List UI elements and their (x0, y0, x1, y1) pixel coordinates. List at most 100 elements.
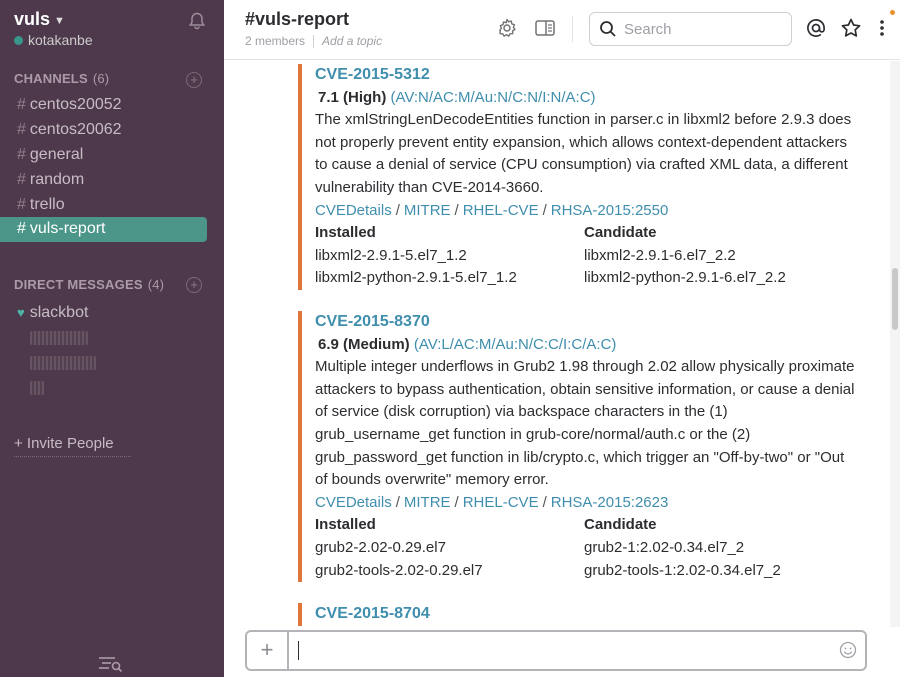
add-channel-button[interactable]: + (186, 72, 202, 88)
search-box[interactable]: Search (589, 12, 792, 46)
channel-item[interactable]: # centos20062 (0, 118, 224, 143)
score-value: 7.1 (High) (318, 88, 387, 106)
cve-title-link[interactable]: CVE-2015-8704 (315, 603, 858, 626)
team-menu[interactable]: vuls ▼ (14, 9, 65, 30)
dm-list: ♥ slackbot (0, 300, 224, 400)
dm-heading[interactable]: DIRECT MESSAGES (4) (14, 277, 164, 292)
slash-separator: / (542, 493, 547, 511)
cvedetails-link[interactable]: CVEDetails (315, 202, 392, 219)
channel-item[interactable]: # random (0, 167, 224, 192)
hash-icon: # (17, 145, 26, 163)
dm-item-redacted-2[interactable] (0, 350, 224, 375)
cvss-score: 6.9 (Medium) (AV:L/AC:M/Au:N/C:C/I:C/A:C… (315, 334, 858, 357)
candidate-heading: Candidate (584, 516, 657, 534)
candidate-package: libxml2-python-2.9.1-6.el7_2.2 (584, 269, 786, 287)
channel-label: vuls-report (29, 220, 106, 238)
dm-item-redacted-3[interactable] (0, 375, 224, 400)
dm-heading-label: DIRECT MESSAGES (14, 277, 143, 292)
installed-package: libxml2-2.9.1-5.el7_1.2 (315, 246, 467, 264)
add-topic-link[interactable]: Add a topic (322, 34, 382, 48)
candidate-heading: Candidate (584, 224, 657, 242)
channel-item[interactable]: # trello (0, 192, 224, 217)
slash-separator: / (542, 201, 547, 219)
candidate-package: libxml2-2.9.1-6.el7_2.2 (584, 246, 736, 264)
filter-list-icon[interactable] (97, 655, 123, 673)
cvss-vector-link[interactable]: (AV:L/AC:M/Au:N/C:C/I:C/A:C) (414, 336, 617, 353)
emoji-icon[interactable] (839, 641, 857, 659)
slash-separator: / (395, 493, 400, 511)
chevron-down-icon: ▼ (54, 15, 65, 27)
sidebar: vuls ▼ kotakanbe CHANNELS (6) + # centos2… (0, 0, 224, 677)
rhsa-link[interactable]: RHSA-2015:2623 (551, 494, 669, 511)
slash-separator: / (454, 201, 459, 219)
mitre-link[interactable]: MITRE (404, 494, 451, 511)
cve-title-link[interactable]: CVE-2015-5312 (315, 64, 858, 87)
redacted-name (30, 380, 44, 395)
cve-description: The xmlStringLenDecodeEntities function … (315, 111, 852, 196)
cve-attachment: CVE-2015-5312 7.1 (High) (AV:N/AC:M/Au:N… (298, 64, 858, 290)
hash-icon: # (17, 96, 26, 114)
channel-label: centos20062 (29, 121, 122, 139)
channel-label: trello (29, 195, 65, 213)
reference-links: CVEDetails / MITRE / RHEL-CVE / RHSA-2015:2623 (315, 492, 858, 515)
reference-links: CVEDetails / MITRE / RHEL-CVE / RHSA-2015:2550 (315, 200, 858, 223)
rhsa-link[interactable]: RHSA-2015:2550 (551, 202, 669, 219)
cvedetails-link[interactable]: CVEDetails (315, 494, 392, 511)
installed-heading: Installed (315, 224, 376, 242)
more-vertical-icon[interactable] (874, 17, 890, 39)
plus-icon[interactable]: + (247, 632, 289, 669)
dm-count: (4) (147, 277, 165, 292)
invite-people-link[interactable]: + Invite People (14, 435, 131, 457)
star-icon[interactable] (840, 17, 862, 39)
mitre-link[interactable]: MITRE (404, 202, 451, 219)
dm-item-slackbot[interactable]: ♥ slackbot (0, 300, 224, 325)
channel-label: centos20052 (29, 96, 122, 114)
channel-label: general (29, 145, 84, 163)
cve-attachment: CVE-2015-8704 (298, 603, 858, 626)
channels-heading[interactable]: CHANNELS (6) (14, 71, 109, 86)
sidebar-toggle-icon[interactable] (534, 17, 556, 39)
user-name: kotakanbe (28, 32, 93, 48)
current-user[interactable]: kotakanbe (14, 32, 93, 48)
slash-separator: / (395, 201, 400, 219)
candidate-package: grub2-tools-1:2.02-0.34.el7_2 (584, 561, 781, 579)
notification-dot (890, 10, 895, 15)
dm-item-redacted-1[interactable] (0, 325, 224, 350)
add-dm-button[interactable]: + (186, 277, 202, 293)
rhel-cve-link[interactable]: RHEL-CVE (463, 202, 539, 219)
channel-header: #vuls-report 2 members Add a topic Searc… (224, 0, 900, 60)
scrollbar[interactable] (890, 61, 900, 627)
heart-icon: ♥ (17, 305, 25, 320)
gear-icon[interactable] (496, 17, 518, 39)
channel-title[interactable]: #vuls-report (245, 9, 349, 30)
team-name: vuls (14, 9, 51, 29)
message-pane: CVE-2015-5312 7.1 (High) (AV:N/AC:M/Au:N… (224, 61, 890, 627)
cvss-score: 7.1 (High) (AV:N/AC:M/Au:N/C:N/I:N/A:C) (315, 87, 858, 110)
redacted-name (30, 330, 88, 345)
cvss-vector-link[interactable]: (AV:N/AC:M/Au:N/C:N/I:N/A:C) (391, 89, 596, 106)
cve-title-link[interactable]: CVE-2015-8370 (315, 311, 858, 334)
search-icon (600, 21, 616, 37)
scrollbar-thumb[interactable] (892, 268, 898, 330)
cve-description: Multiple integer underflows in Grub2 1.9… (315, 358, 855, 489)
channel-item[interactable]: # general (0, 143, 224, 168)
message-composer[interactable]: + (245, 630, 867, 671)
dm-label: slackbot (29, 303, 89, 321)
channel-label: random (29, 170, 85, 188)
redacted-name (30, 355, 96, 370)
bell-icon[interactable] (187, 11, 207, 31)
channel-meta: 2 members Add a topic (245, 34, 382, 48)
installed-package: grub2-2.02-0.29.el7 (315, 538, 446, 556)
installed-package: grub2-tools-2.02-0.29.el7 (315, 561, 483, 579)
package-table: Installed Candidate grub2-2.02-0.29.el7 … (315, 514, 858, 582)
channel-item[interactable]: # vuls-report (0, 216, 207, 242)
package-table: Installed Candidate libxml2-2.9.1-5.el7_… (315, 222, 858, 290)
search-placeholder: Search (624, 20, 672, 38)
rhel-cve-link[interactable]: RHEL-CVE (463, 494, 539, 511)
at-icon[interactable] (805, 17, 827, 39)
divider (572, 16, 573, 42)
channel-item[interactable]: # centos20052 (0, 93, 224, 118)
hash-icon: # (17, 121, 26, 139)
cve-attachment: CVE-2015-8370 6.9 (Medium) (AV:L/AC:M/Au… (298, 311, 858, 583)
member-count[interactable]: 2 members (245, 34, 305, 48)
